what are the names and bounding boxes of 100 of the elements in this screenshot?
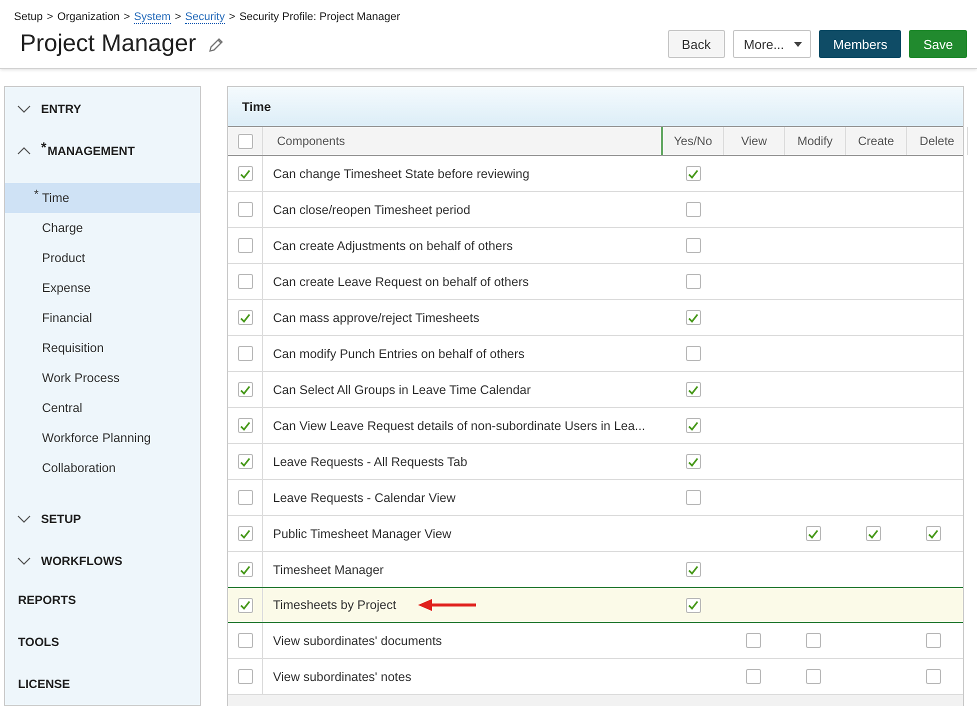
row-checkbox[interactable] — [238, 418, 252, 433]
component-name: View subordinates' notes — [273, 670, 412, 684]
action-button[interactable]: Back — [668, 30, 725, 58]
row-checkbox[interactable] — [238, 202, 252, 217]
sidebar-item[interactable]: Central — [42, 401, 82, 415]
group-label: SETUP — [41, 511, 82, 528]
permission-checkbox[interactable] — [686, 382, 700, 397]
row-checkbox[interactable] — [238, 562, 252, 577]
permission-checkbox[interactable] — [866, 526, 880, 541]
permission-checkbox[interactable] — [806, 669, 820, 684]
table-row[interactable]: Can Select All Groups in Leave Time Calendar — [228, 372, 963, 408]
row-checkbox[interactable] — [238, 382, 252, 397]
sidebar-item[interactable]: Financial — [42, 311, 92, 325]
chevron-down-icon — [17, 557, 31, 565]
component-name: Can Select All Groups in Leave Time Calendar — [273, 382, 531, 396]
sidebar-group[interactable]: ENTRY — [5, 99, 200, 119]
sidebar-item[interactable]: Product — [42, 251, 86, 265]
breadcrumb-link[interactable]: Security — [185, 11, 225, 24]
component-name: Can mass approve/reject Timesheets — [273, 310, 480, 324]
row-checkbox[interactable] — [238, 633, 252, 648]
action-button[interactable]: Save — [909, 30, 967, 58]
column-header: Yes/No — [663, 127, 724, 155]
row-checkbox[interactable] — [238, 310, 252, 325]
component-name: Can create Adjustments on behalf of others — [273, 238, 513, 252]
sidebar-link[interactable]: LICENSE — [5, 677, 200, 697]
group-label: MANAGEMENT — [47, 143, 135, 160]
table-row[interactable]: Can create Leave Request on behalf of others — [228, 264, 963, 300]
permission-checkbox[interactable] — [806, 526, 820, 541]
permission-checkbox[interactable] — [686, 202, 700, 217]
row-checkbox[interactable] — [238, 346, 252, 361]
permission-checkbox[interactable] — [686, 454, 700, 469]
permission-checkbox[interactable] — [686, 562, 700, 577]
row-checkbox[interactable] — [238, 274, 252, 289]
permission-checkbox[interactable] — [926, 669, 940, 684]
table-row[interactable]: Can change Timesheet State before reviewing — [228, 156, 963, 192]
more-dropdown[interactable]: More... — [732, 30, 812, 58]
row-checkbox[interactable] — [238, 454, 252, 469]
sidebar-item[interactable]: Expense — [42, 281, 91, 295]
permission-checkbox[interactable] — [926, 633, 940, 648]
table-row[interactable]: Timesheets by Project — [228, 587, 963, 623]
table-row[interactable]: Can mass approve/reject Timesheets — [228, 300, 963, 336]
component-name: View subordinates' documents — [273, 634, 442, 648]
sidebar-group[interactable]: SETUP — [5, 509, 200, 529]
component-name: Timesheets by Project — [273, 598, 396, 612]
row-checkbox[interactable] — [238, 490, 252, 505]
pencil-icon[interactable] — [208, 37, 224, 53]
table-row[interactable]: Can modify Punch Entries on behalf of others — [228, 336, 963, 372]
breadcrumb-separator: > — [46, 11, 54, 24]
sidebar-item[interactable]: Time — [42, 191, 70, 205]
component-name: Leave Requests - All Requests Tab — [273, 454, 468, 468]
permission-checkbox[interactable] — [686, 346, 700, 361]
table-row[interactable]: View subordinates' notes — [228, 659, 963, 695]
row-checkbox[interactable] — [238, 598, 252, 612]
table-row[interactable]: Can close/reopen Timesheet period — [228, 192, 963, 228]
group-label: ENTRY — [41, 101, 82, 118]
chevron-down-icon — [17, 515, 31, 523]
chevron-up-icon — [17, 147, 31, 155]
sidebar-item[interactable]: Collaboration — [42, 461, 116, 475]
modified-marker: * — [41, 141, 46, 153]
component-name: Can create Leave Request on behalf of others — [273, 274, 529, 288]
permission-checkbox[interactable] — [686, 418, 700, 433]
table-row[interactable]: Leave Requests - All Requests Tab — [228, 444, 963, 480]
column-header: Delete — [907, 127, 968, 155]
permission-checkbox[interactable] — [746, 633, 760, 648]
row-checkbox[interactable] — [238, 526, 252, 541]
component-name: Leave Requests - Calendar View — [273, 490, 456, 504]
permission-checkbox[interactable] — [686, 274, 700, 289]
permission-checkbox[interactable] — [686, 490, 700, 505]
row-checkbox[interactable] — [238, 238, 252, 253]
permission-checkbox[interactable] — [686, 598, 700, 612]
sidebar-link[interactable]: TOOLS — [5, 635, 200, 655]
select-all-checkbox[interactable] — [238, 134, 252, 148]
breadcrumb-link[interactable]: System — [134, 11, 171, 24]
action-button[interactable]: Members — [819, 30, 902, 58]
breadcrumb-separator: > — [174, 11, 182, 24]
permission-checkbox[interactable] — [686, 310, 700, 325]
permission-checkbox[interactable] — [926, 526, 940, 541]
table-row[interactable]: Public Timesheet Manager View — [228, 516, 963, 552]
sidebar-item[interactable]: Charge — [42, 221, 83, 235]
permission-checkbox[interactable] — [686, 166, 700, 181]
permission-checkbox[interactable] — [746, 669, 760, 684]
row-checkbox[interactable] — [238, 166, 252, 181]
column-header: Modify — [785, 127, 846, 155]
sidebar-item[interactable]: Workforce Planning — [42, 431, 151, 445]
sidebar-link[interactable]: REPORTS — [5, 593, 200, 613]
component-name: Can change Timesheet State before reviewing — [273, 166, 530, 180]
table-row[interactable]: Leave Requests - Calendar View — [228, 480, 963, 516]
table-row[interactable]: View subordinates' documents — [228, 623, 963, 659]
sidebar-item[interactable]: Work Process — [42, 371, 120, 385]
table-row[interactable]: Can View Leave Request details of non-subordinate Users in Lea... — [228, 408, 963, 444]
permission-checkbox[interactable] — [806, 633, 820, 648]
table-row[interactable]: Can create Adjustments on behalf of others — [228, 228, 963, 264]
breadcrumb-separator: > — [228, 11, 236, 24]
sidebar-group[interactable]: WORKFLOWS — [5, 551, 200, 571]
column-header: Components — [263, 127, 663, 155]
row-checkbox[interactable] — [238, 669, 252, 684]
column-header: Create — [846, 127, 907, 155]
sidebar-item[interactable]: Requisition — [42, 341, 104, 355]
permission-checkbox[interactable] — [686, 238, 700, 253]
component-name: Can close/reopen Timesheet period — [273, 202, 470, 216]
